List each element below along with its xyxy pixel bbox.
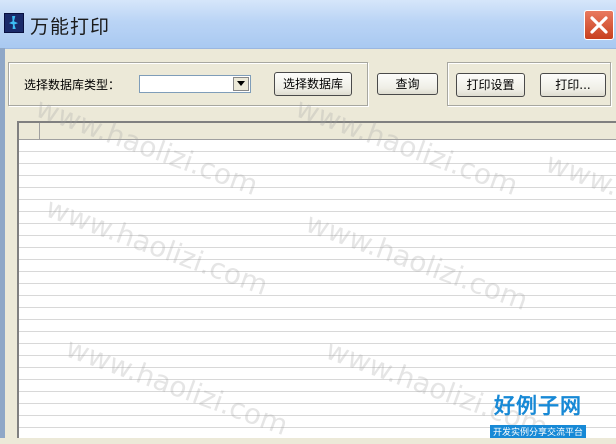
db-type-label: 选择数据库类型： — [24, 78, 121, 92]
grid-corner-cell[interactable] — [19, 123, 40, 139]
select-db-button[interactable]: 选择数据库 — [274, 72, 352, 96]
title-bar[interactable]: 万能打印 — [0, 0, 616, 49]
grid-header — [19, 123, 616, 140]
close-button[interactable] — [584, 10, 614, 40]
print-settings-button[interactable]: 打印设置 — [456, 73, 525, 97]
data-grid[interactable] — [17, 121, 616, 438]
chevron-down-icon — [237, 81, 245, 86]
db-type-dropdown-button[interactable] — [233, 77, 249, 91]
window-edge — [0, 48, 5, 438]
query-button[interactable]: 查询 — [377, 73, 438, 95]
app-icon[interactable] — [4, 13, 24, 33]
window-title: 万能打印 — [30, 16, 111, 38]
close-icon — [590, 16, 608, 34]
print-button[interactable]: 打印... — [540, 73, 606, 97]
db-type-select[interactable] — [139, 75, 251, 93]
grid-rows[interactable] — [19, 140, 616, 438]
